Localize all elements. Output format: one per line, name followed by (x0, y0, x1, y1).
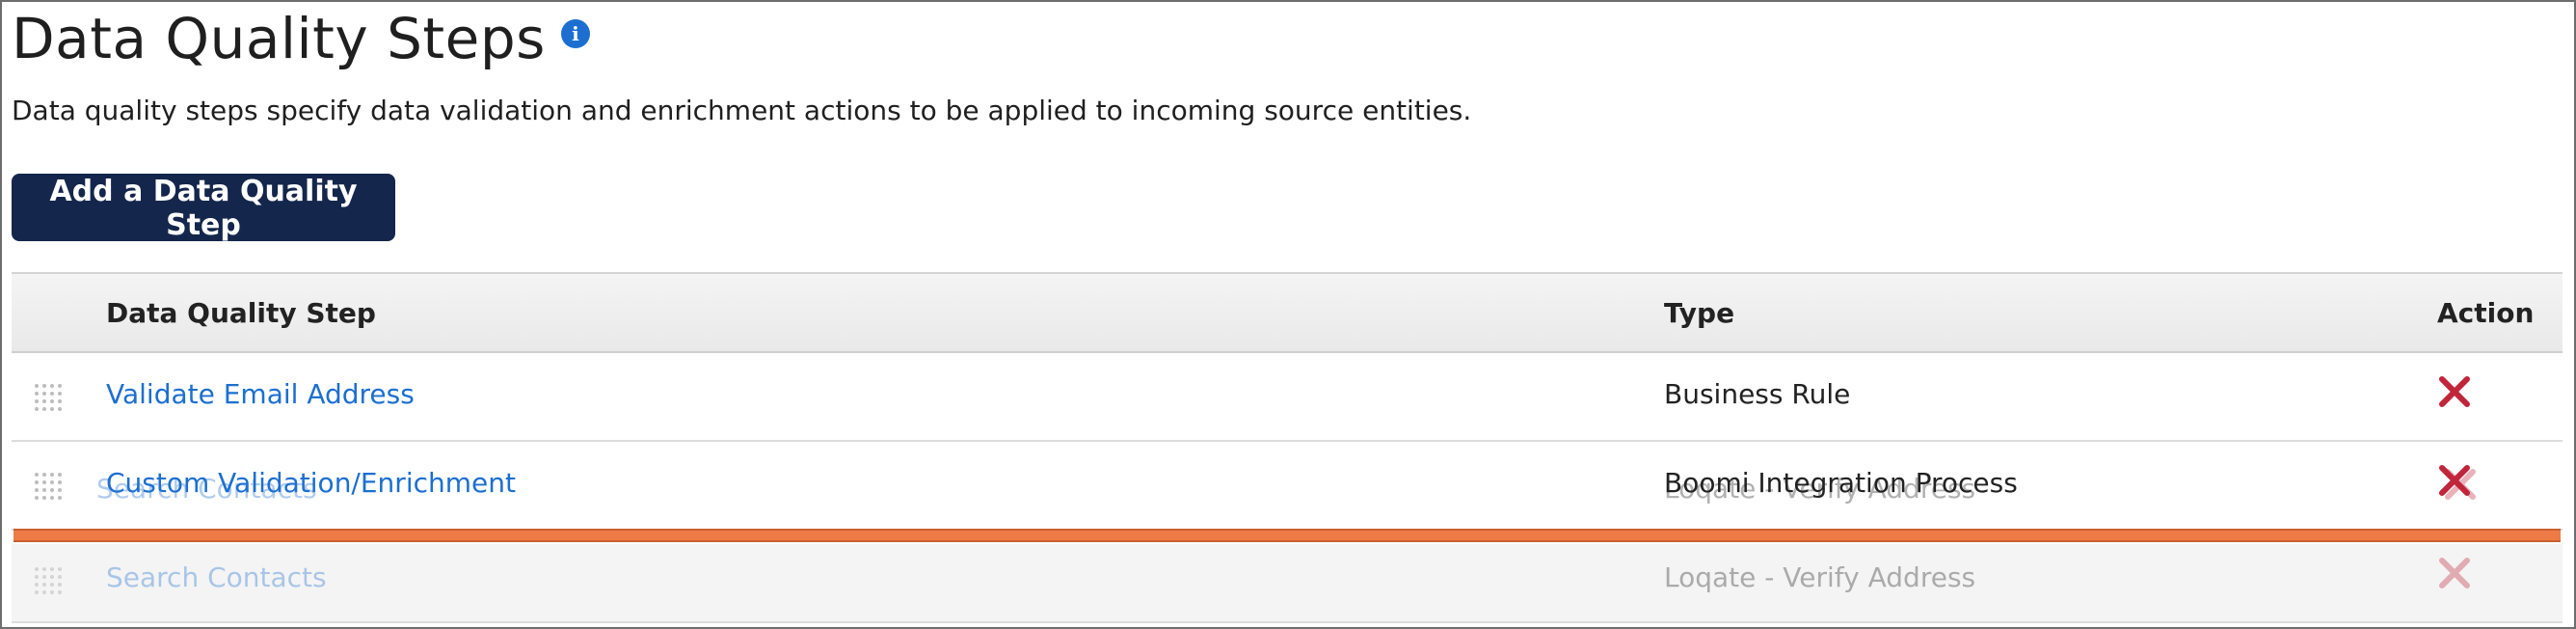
step-type: Business Rule (1664, 378, 1851, 410)
step-link[interactable]: Custom Validation/Enrichment (106, 467, 516, 499)
delete-icon[interactable] (2435, 554, 2474, 592)
table-row: Search Contacts Loqate - Verify Address … (12, 442, 2563, 531)
data-quality-steps-panel: Data Quality Steps i Data quality steps … (0, 0, 2576, 629)
data-quality-steps-table: Data Quality Step Type Action Validate E… (12, 272, 2563, 623)
step-type: Boomi Integration Process (1664, 467, 2018, 499)
page-title: Data Quality Steps (12, 6, 546, 71)
column-header-step: Data Quality Step (106, 297, 376, 329)
step-link[interactable]: Search Contacts (106, 561, 327, 593)
table-header: Data Quality Step Type Action (12, 272, 2563, 353)
drop-indicator (13, 529, 2561, 542)
drag-handle-icon[interactable] (33, 565, 64, 596)
table-row: Validate Email Address Business Rule (12, 353, 2563, 442)
table-row: Search Contacts Loqate - Verify Address (12, 544, 2563, 623)
delete-icon[interactable] (2435, 461, 2474, 500)
page-description: Data quality steps specify data validati… (12, 95, 1472, 126)
drag-handle-icon[interactable] (33, 471, 64, 502)
drag-handle-icon[interactable] (33, 382, 64, 413)
column-header-action: Action (2437, 297, 2535, 329)
add-data-quality-step-button[interactable]: Add a Data Quality Step (12, 174, 395, 242)
title-row: Data Quality Steps i (12, 6, 590, 71)
column-header-type: Type (1664, 297, 1735, 329)
delete-icon[interactable] (2435, 372, 2474, 411)
info-icon[interactable]: i (560, 19, 590, 48)
step-link[interactable]: Validate Email Address (106, 378, 415, 410)
step-type: Loqate - Verify Address (1664, 561, 1976, 593)
